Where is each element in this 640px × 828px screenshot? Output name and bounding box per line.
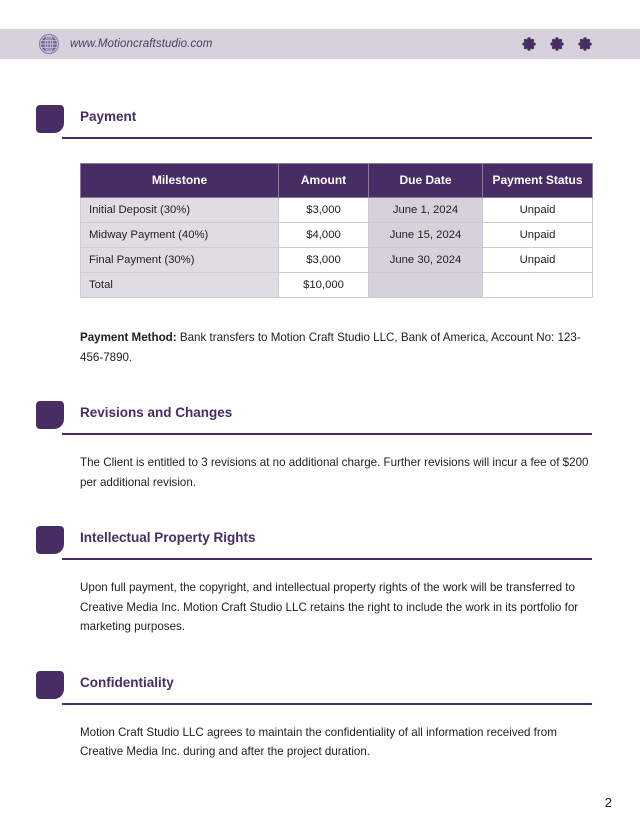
section-ip-rights: Intellectual Property Rights Upon full p… xyxy=(0,526,640,637)
cell-due-date: June 30, 2024 xyxy=(368,247,483,273)
page-number: 2 xyxy=(604,795,612,810)
table-row: Midway Payment (40%) $4,000 June 15, 202… xyxy=(80,222,593,248)
section-title: Payment xyxy=(80,109,137,124)
cell-milestone: Initial Deposit (30%) xyxy=(80,197,279,223)
payment-method-paragraph: Payment Method: Bank transfers to Motion… xyxy=(80,328,592,367)
cell-payment-status: Unpaid xyxy=(482,222,593,248)
section-divider xyxy=(62,702,592,705)
section-marker-icon xyxy=(36,526,64,554)
section-header-confidentiality: Confidentiality xyxy=(36,670,592,705)
section-revisions: Revisions and Changes The Client is enti… xyxy=(0,401,640,492)
flower-dot-icon xyxy=(522,37,536,51)
cell-amount: $3,000 xyxy=(278,197,369,223)
flower-dot-icon xyxy=(550,37,564,51)
cell-payment-status: Unpaid xyxy=(482,197,593,223)
table-row: Initial Deposit (30%) $3,000 June 1, 202… xyxy=(80,197,593,223)
cell-milestone: Total xyxy=(80,272,279,298)
table-header-row: Milestone Amount Due Date Payment Status xyxy=(80,163,593,198)
cell-payment-status: Unpaid xyxy=(482,247,593,273)
section-title: Intellectual Property Rights xyxy=(80,530,256,545)
globe-icon xyxy=(38,33,60,55)
confidentiality-body: Motion Craft Studio LLC agrees to mainta… xyxy=(80,725,557,759)
payment-method-label: Payment Method: xyxy=(80,331,177,344)
section-marker-icon xyxy=(36,105,64,133)
payment-milestone-table: Milestone Amount Due Date Payment Status… xyxy=(80,163,593,298)
flower-dot-icon xyxy=(578,37,592,51)
section-header-payment: Payment xyxy=(36,105,592,139)
column-header-milestone: Milestone xyxy=(80,163,279,198)
cell-amount: $4,000 xyxy=(278,222,369,248)
header-website-url[interactable]: www.Motioncraftstudio.com xyxy=(70,38,212,50)
section-divider xyxy=(62,137,592,139)
section-header-ip-rights: Intellectual Property Rights xyxy=(36,526,592,560)
cell-milestone: Final Payment (30%) xyxy=(80,247,279,273)
cell-payment-status xyxy=(482,272,593,298)
column-header-payment-status: Payment Status xyxy=(482,163,593,198)
document-page: Payment Milestone Amount Due Date Paymen… xyxy=(0,59,640,762)
cell-due-date: June 1, 2024 xyxy=(368,197,483,223)
section-confidentiality: Confidentiality Motion Craft Studio LLC … xyxy=(0,670,640,762)
section-title: Revisions and Changes xyxy=(80,405,233,420)
section-marker-icon xyxy=(36,401,64,429)
section-divider xyxy=(62,558,592,560)
column-header-due-date: Due Date xyxy=(368,163,483,198)
section-payment: Payment Milestone Amount Due Date Paymen… xyxy=(0,105,640,367)
table-row: Final Payment (30%) $3,000 June 30, 2024… xyxy=(80,247,593,273)
revisions-body: The Client is entitled to 3 revisions at… xyxy=(80,456,589,489)
section-divider xyxy=(62,433,592,435)
cell-amount: $3,000 xyxy=(278,247,369,273)
page-header-bar: www.Motioncraftstudio.com xyxy=(0,29,640,59)
cell-amount: $10,000 xyxy=(278,272,369,298)
section-title: Confidentiality xyxy=(80,674,174,690)
section-marker-icon xyxy=(36,670,64,699)
cell-due-date: June 15, 2024 xyxy=(368,222,483,248)
cell-milestone: Midway Payment (40%) xyxy=(80,222,279,248)
column-header-amount: Amount xyxy=(278,163,369,198)
cell-due-date xyxy=(368,272,483,298)
header-decoration-group xyxy=(522,37,592,51)
section-header-revisions: Revisions and Changes xyxy=(36,401,592,435)
table-row-total: Total $10,000 xyxy=(80,272,593,298)
ip-rights-body: Upon full payment, the copyright, and in… xyxy=(80,581,579,633)
